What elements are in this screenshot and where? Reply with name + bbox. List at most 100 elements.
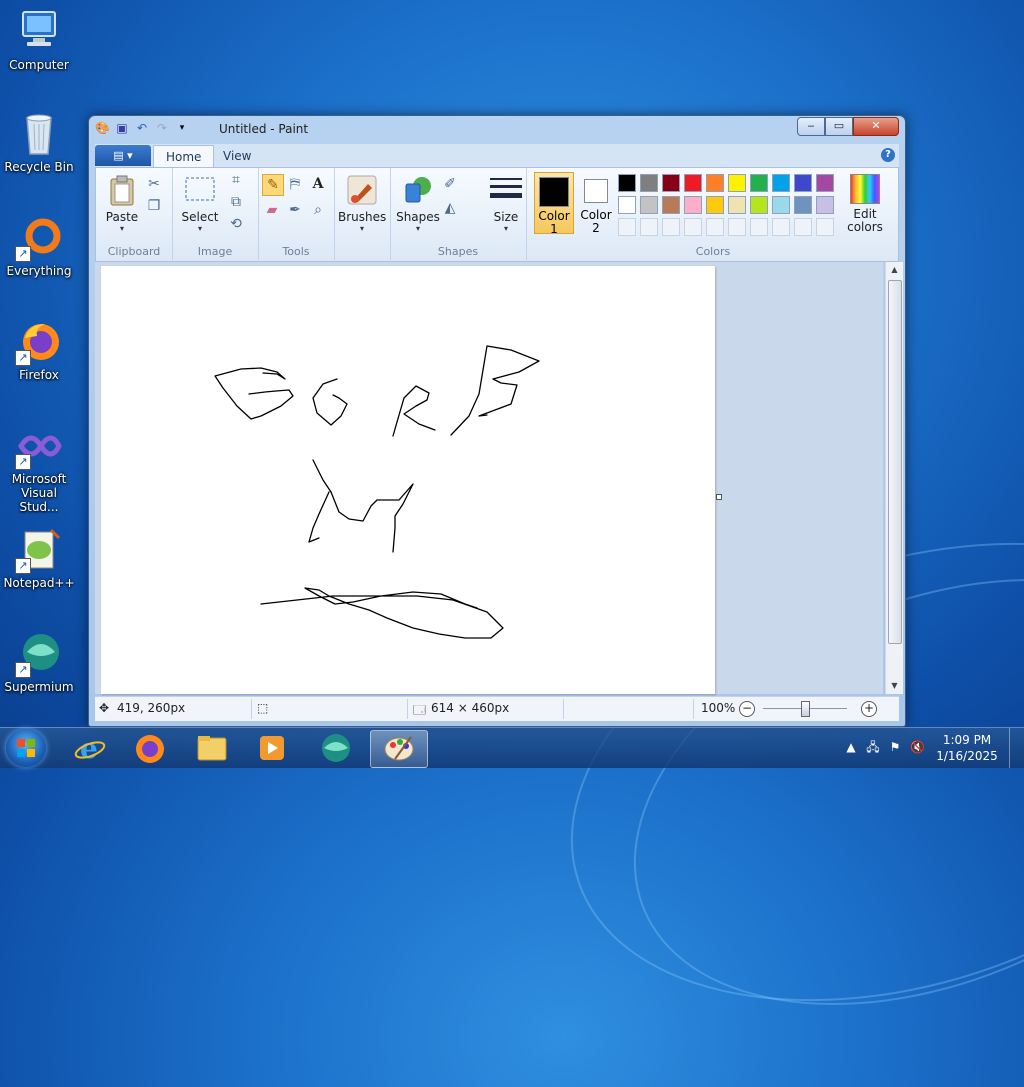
palette-swatch[interactable] [640, 196, 658, 214]
taskbar-supermium[interactable] [308, 730, 364, 766]
maximize-button[interactable]: ▭ [825, 117, 853, 136]
zoom-out-button[interactable]: − [739, 701, 755, 717]
copy-icon[interactable]: ❐ [144, 196, 164, 216]
color-picker-icon[interactable]: ✒ [285, 200, 305, 220]
palette-swatch[interactable] [618, 174, 636, 192]
custom-color-slot[interactable] [772, 218, 790, 236]
desktop-icon-notepad-plus-plus[interactable]: ↗ Notepad++ [2, 526, 76, 590]
crop-icon[interactable]: ⌗ [226, 170, 246, 190]
text-icon[interactable]: A [308, 174, 328, 194]
customize-toolbar-icon[interactable]: ▾ [175, 121, 189, 135]
scroll-down-icon[interactable]: ▼ [886, 678, 903, 694]
resize-icon[interactable]: ⧉ [226, 192, 246, 212]
custom-color-slot[interactable] [684, 218, 702, 236]
palette-swatch[interactable] [728, 196, 746, 214]
color1-button[interactable]: Color 1 [534, 172, 574, 236]
save-icon[interactable]: ▣ [115, 121, 129, 135]
brush-icon [346, 174, 378, 206]
taskbar-file-explorer[interactable] [184, 730, 240, 766]
paint-menu-button[interactable]: ▤ ▾ [95, 145, 151, 166]
select-button[interactable]: Select ▾ [178, 174, 222, 233]
title-bar[interactable]: 🎨 ▣ ↶ ↷ ▾ Untitled - Paint ‒ ▭ ✕ [89, 116, 905, 142]
network-icon[interactable]: 🖧 [866, 740, 880, 754]
action-center-flag-icon[interactable]: ⚑ [888, 740, 902, 754]
desktop-icon-everything[interactable]: ↗ Everything [2, 214, 76, 278]
palette-swatch[interactable] [728, 174, 746, 192]
paint-app-icon[interactable]: 🎨 [95, 121, 110, 135]
custom-color-slot[interactable] [640, 218, 658, 236]
clock[interactable]: 1:09 PM 1/16/2025 [932, 732, 1002, 764]
paste-button[interactable]: Paste ▾ [100, 174, 144, 233]
taskbar-internet-explorer[interactable]: e [62, 730, 118, 766]
brushes-button[interactable]: Brushes ▾ [338, 174, 386, 233]
taskbar-paint[interactable] [370, 730, 428, 768]
palette-swatch[interactable] [618, 196, 636, 214]
tab-view[interactable]: View [211, 145, 263, 167]
start-button[interactable] [6, 729, 46, 767]
tab-home[interactable]: Home [153, 145, 215, 168]
vertical-scrollbar[interactable]: ▲ ▼ [885, 262, 903, 694]
palette-swatch[interactable] [772, 174, 790, 192]
close-button[interactable]: ✕ [853, 117, 899, 136]
rotate-icon[interactable]: ⟲ [226, 214, 246, 234]
cut-icon[interactable]: ✂ [144, 174, 164, 194]
colors-group: Color 1 Color 2 Edit colors Colors [530, 168, 896, 260]
undo-icon[interactable]: ↶ [135, 121, 149, 135]
fill-style-icon[interactable]: ◭ [440, 198, 460, 218]
desktop-icon-recycle-bin[interactable]: Recycle Bin [2, 110, 76, 174]
eraser-icon[interactable]: ▰ [262, 200, 282, 220]
desktop-icon-label: Supermium [4, 680, 74, 694]
palette-swatch[interactable] [816, 174, 834, 192]
desktop-icon-firefox[interactable]: ↗ Firefox [2, 318, 76, 382]
desktop-icon-supermium[interactable]: ↗ Supermium [2, 630, 76, 694]
drawing-canvas[interactable] [101, 266, 715, 694]
desktop-icon-label: Notepad++ [3, 576, 75, 590]
palette-swatch[interactable] [706, 174, 724, 192]
palette-swatch[interactable] [794, 174, 812, 192]
palette-swatch[interactable] [706, 196, 724, 214]
chevron-down-icon: ▾ [415, 224, 420, 233]
taskbar-firefox[interactable] [122, 730, 178, 766]
palette-swatch[interactable] [750, 196, 768, 214]
custom-color-slot[interactable] [794, 218, 812, 236]
palette-swatch[interactable] [662, 196, 680, 214]
shapes-button[interactable]: Shapes ▾ [394, 174, 442, 233]
volume-muted-icon[interactable]: 🔇 [910, 740, 925, 754]
shortcut-arrow-icon: ↗ [15, 662, 31, 678]
color2-button[interactable]: Color 2 [576, 172, 616, 235]
custom-color-slot[interactable] [750, 218, 768, 236]
pencil-icon[interactable]: ✎ [262, 174, 284, 196]
palette-swatch[interactable] [816, 196, 834, 214]
canvas-resize-handle[interactable] [716, 494, 722, 500]
custom-color-slot[interactable] [816, 218, 834, 236]
zoom-in-button[interactable]: + [861, 701, 877, 717]
taskbar-media-player[interactable] [244, 730, 300, 766]
fill-icon[interactable]: ⛿ [285, 174, 305, 194]
minimize-button[interactable]: ‒ [797, 117, 825, 136]
edit-colors-button[interactable]: Edit colors [840, 174, 890, 234]
zoom-slider-thumb[interactable] [801, 701, 810, 717]
shortcut-arrow-icon: ↗ [15, 454, 31, 470]
palette-swatch[interactable] [684, 174, 702, 192]
help-icon[interactable]: ? [881, 148, 895, 162]
show-hidden-icons-icon[interactable]: ▲ [844, 740, 858, 754]
palette-swatch[interactable] [640, 174, 658, 192]
palette-swatch[interactable] [794, 196, 812, 214]
outline-icon[interactable]: ✐ [440, 174, 460, 194]
redo-icon[interactable]: ↷ [155, 121, 169, 135]
show-desktop-button[interactable] [1009, 728, 1024, 768]
magnifier-icon[interactable]: ⌕ [308, 200, 328, 220]
size-button[interactable]: Size ▾ [484, 174, 528, 233]
scroll-up-icon[interactable]: ▲ [886, 262, 903, 278]
custom-color-slot[interactable] [706, 218, 724, 236]
desktop-icon-visual-studio[interactable]: ↗ Microsoft Visual Stud... [2, 422, 76, 514]
palette-swatch[interactable] [684, 196, 702, 214]
desktop-icon-computer[interactable]: Computer [2, 8, 76, 72]
custom-color-slot[interactable] [728, 218, 746, 236]
custom-color-slot[interactable] [662, 218, 680, 236]
palette-swatch[interactable] [750, 174, 768, 192]
palette-swatch[interactable] [772, 196, 790, 214]
custom-color-slot[interactable] [618, 218, 636, 236]
scroll-thumb[interactable] [888, 280, 902, 644]
palette-swatch[interactable] [662, 174, 680, 192]
